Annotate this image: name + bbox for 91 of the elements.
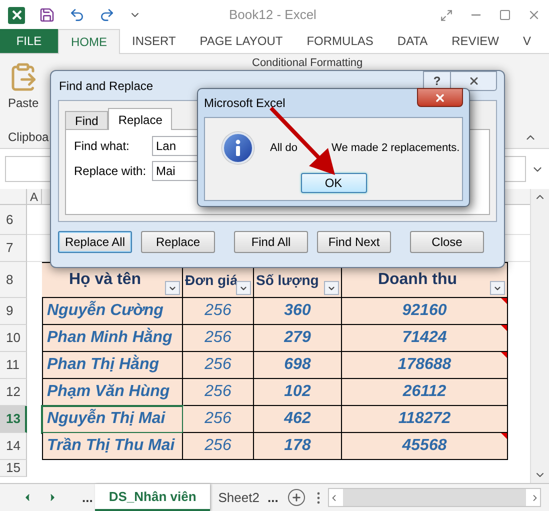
comment-indicator xyxy=(501,298,507,304)
table-cell: 256 xyxy=(183,379,254,406)
maximize-icon[interactable] xyxy=(499,9,511,21)
ribbon-tab[interactable]: FILE xyxy=(0,29,58,53)
table-cell: 178 xyxy=(254,433,342,460)
message-text: We made 2 replacements. xyxy=(332,140,460,156)
sheet-tab[interactable]: DS_Nhân viên xyxy=(94,484,210,511)
ribbon-tab[interactable]: INSERT xyxy=(120,29,188,53)
row-number: 7 xyxy=(0,235,27,262)
close-icon xyxy=(468,74,480,86)
dialog-title: Find and Replace xyxy=(58,78,154,94)
redo-icon[interactable] xyxy=(99,7,115,23)
ok-button[interactable]: OK xyxy=(300,173,366,193)
row-number: 15 xyxy=(0,460,27,477)
dialog-button[interactable]: Replace All xyxy=(58,231,132,253)
undo-icon[interactable] xyxy=(69,7,85,23)
plus-icon xyxy=(291,492,302,503)
table-cell: 26112 xyxy=(342,379,508,406)
vertical-scrollbar[interactable] xyxy=(530,189,549,483)
table-cell: 118272 xyxy=(342,406,508,433)
message-text: All do xyxy=(270,140,298,156)
sheet-tab[interactable]: Sheet2 xyxy=(210,484,268,511)
horizontal-scrollbar[interactable] xyxy=(328,488,541,507)
ribbon-tab[interactable]: FORMULAS xyxy=(294,29,386,53)
row-number: 6 xyxy=(0,205,27,235)
filter-dropdown[interactable] xyxy=(490,281,505,295)
splitter-icon[interactable] xyxy=(317,492,320,504)
table-cell: 698 xyxy=(254,352,342,379)
table-cell: Phạm Văn Hùng xyxy=(42,379,183,406)
table-cell: Trần Thị Thu Mai xyxy=(42,433,183,460)
filter-dropdown[interactable] xyxy=(165,281,180,295)
close-button[interactable] xyxy=(417,88,463,107)
help-button[interactable]: ? xyxy=(423,70,451,90)
excel-logo-icon[interactable] xyxy=(8,6,25,24)
save-icon[interactable] xyxy=(39,7,55,23)
sheet-overflow[interactable]: ... xyxy=(80,484,95,511)
ribbon-tab[interactable]: DATA xyxy=(385,29,440,53)
ribbon-tab[interactable]: REVIEW xyxy=(440,29,511,53)
table-cell: 45568 xyxy=(342,433,508,460)
column-header[interactable]: A xyxy=(27,189,42,205)
table-cell: 102 xyxy=(254,379,342,406)
table-cell: Phan Thị Hằng xyxy=(42,352,183,379)
group-label: Clipboa xyxy=(8,129,49,146)
dialog-tab[interactable]: Find xyxy=(65,111,108,129)
filter-dropdown[interactable] xyxy=(236,281,251,295)
ribbon-tab[interactable]: HOME xyxy=(58,29,120,54)
table-cell: 92160 xyxy=(342,298,508,325)
table-cell: 256 xyxy=(183,406,254,433)
row-number: 11 xyxy=(0,352,27,379)
dialog-title: Microsoft Excel xyxy=(204,95,286,112)
row-number: 12 xyxy=(0,379,27,406)
table-cell: 71424 xyxy=(342,325,508,352)
table-cell: 256 xyxy=(183,433,254,460)
close-icon xyxy=(434,92,446,104)
field-label: Find what: xyxy=(74,138,130,155)
table-cell: Phan Minh Hằng xyxy=(42,325,183,352)
table-cell: 256 xyxy=(183,325,254,352)
row-number: 14 xyxy=(0,433,27,460)
ribbon-tab[interactable]: V xyxy=(510,29,543,53)
field-label: Replace with: xyxy=(74,163,148,180)
info-icon xyxy=(222,132,254,164)
dialog-tab[interactable]: Replace xyxy=(108,108,172,130)
ribbon-tab[interactable]: PAGE LAYOUT xyxy=(188,29,295,53)
sheet-overflow[interactable]: ... xyxy=(267,484,278,511)
close-button[interactable] xyxy=(451,70,497,90)
table-cell: 178688 xyxy=(342,352,508,379)
comment-indicator xyxy=(501,325,507,331)
comment-indicator xyxy=(501,352,507,358)
table-cell: 279 xyxy=(254,325,342,352)
comment-indicator xyxy=(501,433,507,439)
table-cell: 256 xyxy=(183,298,254,325)
filter-dropdown[interactable] xyxy=(324,281,339,295)
new-sheet-button[interactable] xyxy=(288,489,306,506)
dialog-button[interactable]: Replace xyxy=(141,231,215,253)
row-number: 9 xyxy=(0,298,27,325)
dialog-button[interactable]: Find Next xyxy=(317,231,391,253)
table-cell: 360 xyxy=(254,298,342,325)
table-cell: 256 xyxy=(183,352,254,379)
paste-button[interactable]: Paste xyxy=(8,94,39,112)
row-number: 13 xyxy=(0,406,27,433)
window-title: Book12 - Excel xyxy=(229,6,316,24)
dialog-button[interactable]: Find All xyxy=(234,231,308,253)
close-icon[interactable] xyxy=(527,8,541,22)
table-cell: Nguyễn Cường xyxy=(42,298,183,325)
table-cell: 462 xyxy=(254,406,342,433)
conditional-formatting-button[interactable]: Conditional Formatting xyxy=(252,55,363,72)
ribbon-display-icon[interactable] xyxy=(440,8,453,22)
row-number: 10 xyxy=(0,325,27,352)
dialog-button[interactable]: Close xyxy=(410,231,484,253)
table-cell: Nguyễn Thị Mai xyxy=(42,406,183,433)
row-number: 8 xyxy=(0,262,27,298)
